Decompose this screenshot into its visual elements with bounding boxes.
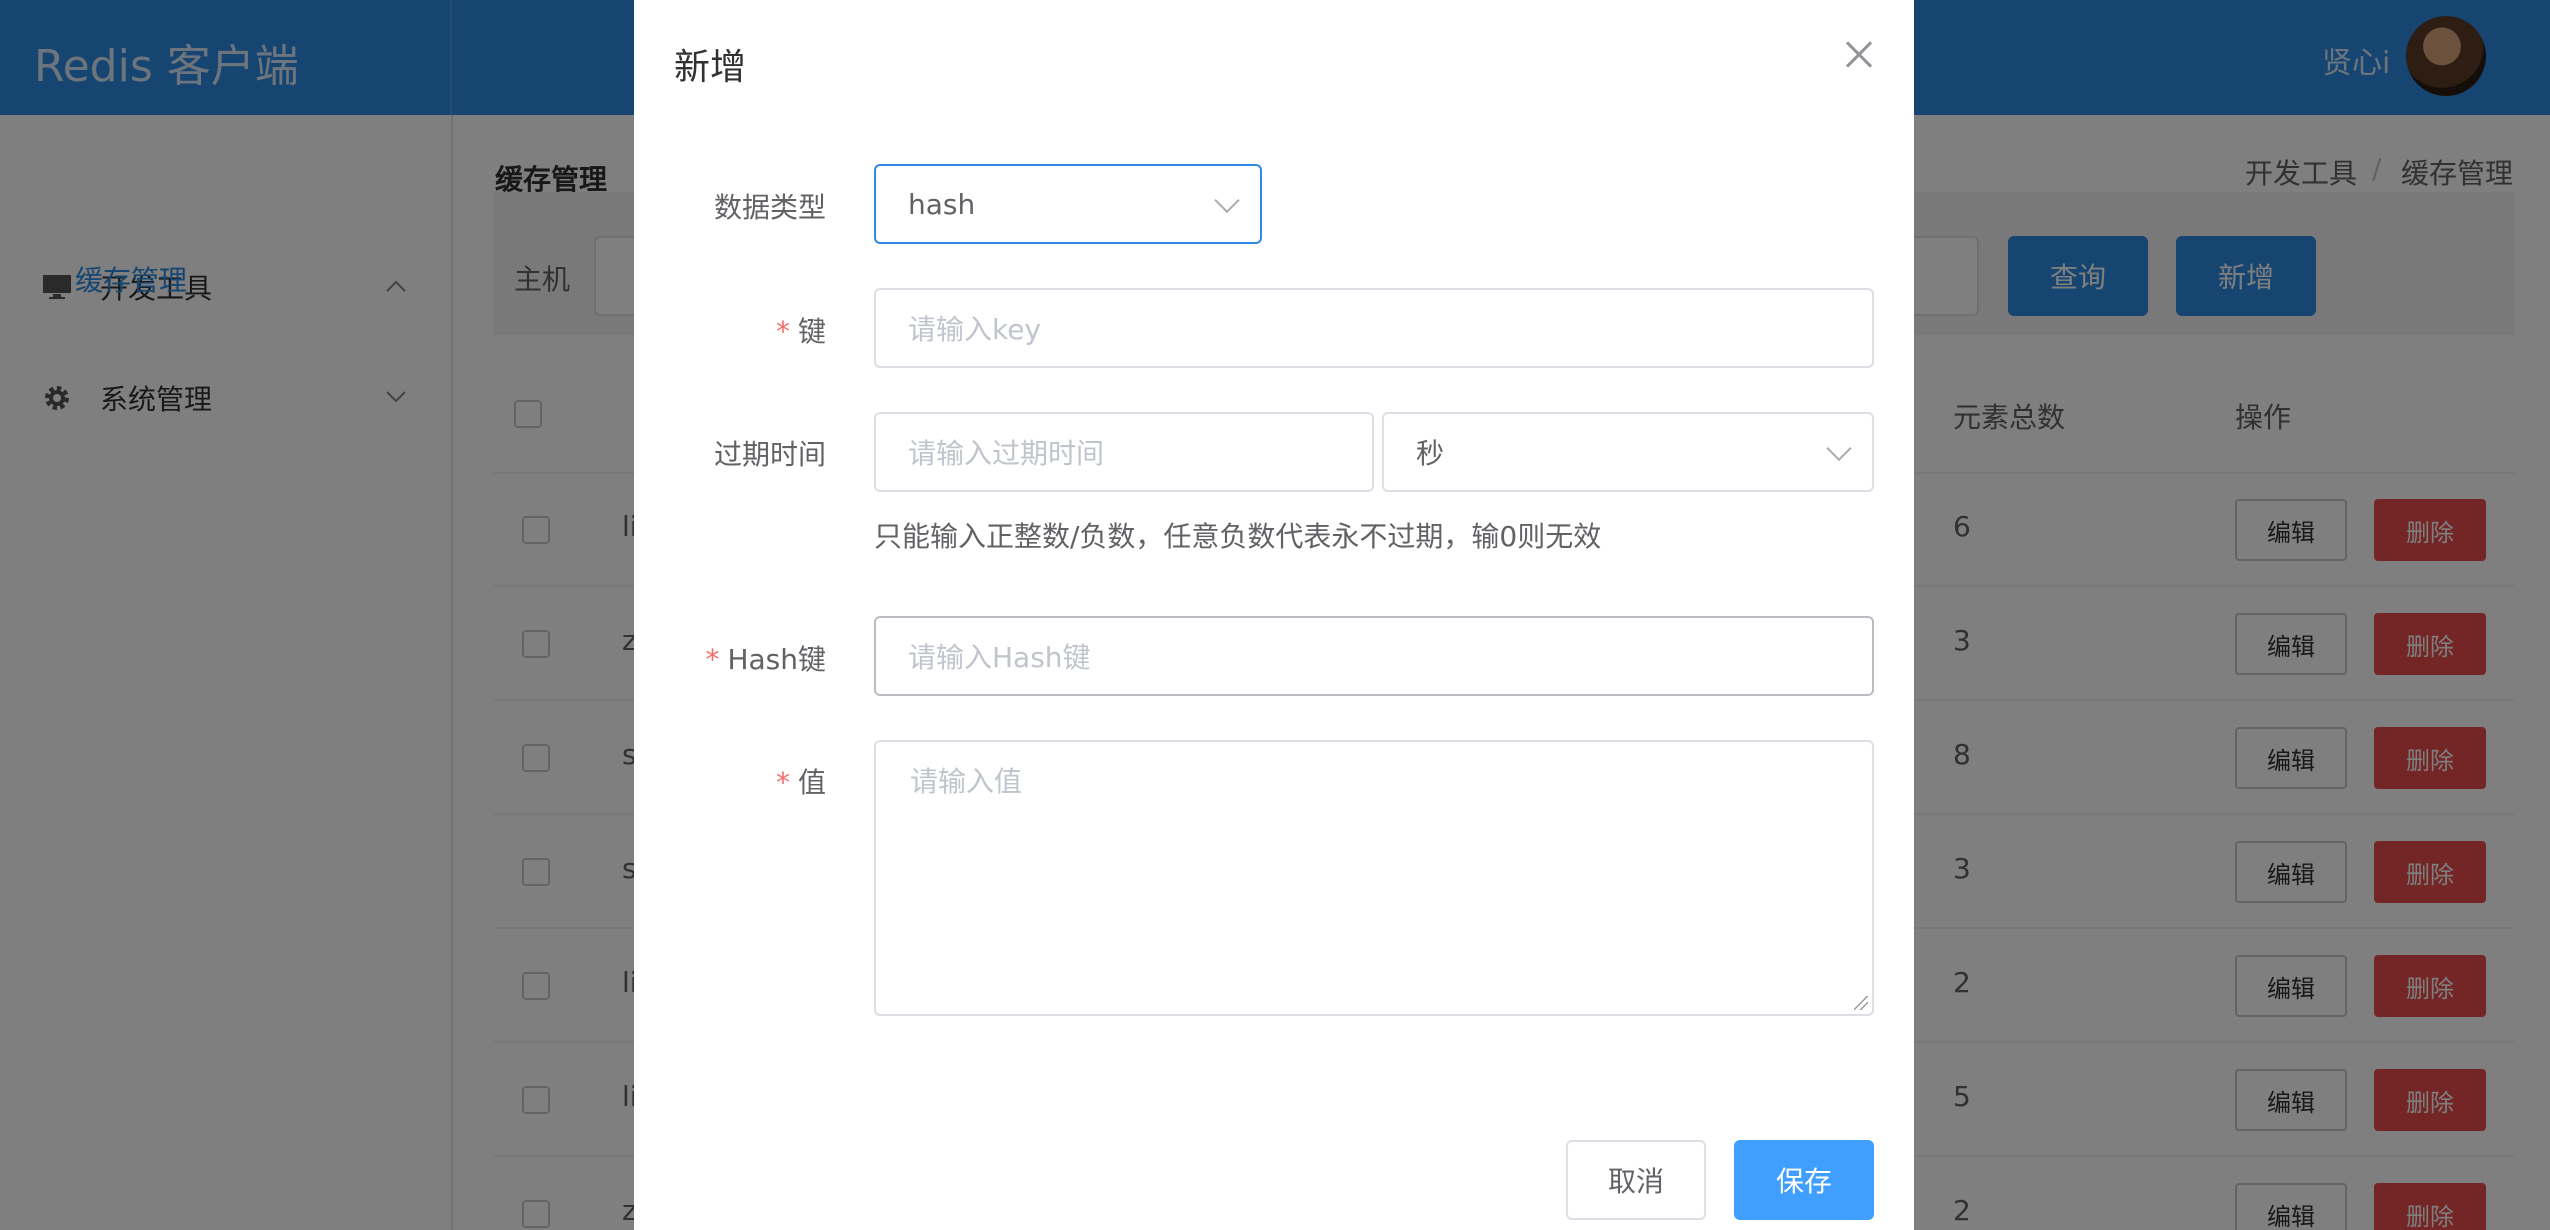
expire-input[interactable]: 请输入过期时间 (874, 412, 1374, 492)
data-type-label-text: 数据类型 (713, 191, 826, 224)
expire-label: 过期时间 (714, 433, 826, 473)
hash-key-label-text: Hash键 (727, 643, 826, 676)
key-label: * 键 (776, 310, 826, 350)
value-textarea[interactable]: 请输入值 (874, 740, 1874, 1016)
expire-placeholder: 请输入过期时间 (908, 437, 1105, 470)
cancel-button[interactable]: 取消 (1566, 1140, 1706, 1220)
value-label: * 值 (776, 761, 826, 801)
key-placeholder: 请输入key (908, 313, 1042, 346)
chevron-down-icon (1826, 435, 1852, 462)
add-dialog: 新增 数据类型 hash * 键 请输入key 过期时间 请输入过期时间 秒 只能… (634, 0, 1914, 1230)
data-type-value: hash (908, 187, 976, 221)
data-type-select[interactable]: hash (874, 164, 1262, 244)
key-label-text: 键 (797, 315, 826, 348)
required-asterisk: * (775, 315, 790, 348)
hash-key-label: * Hash键 (705, 638, 826, 678)
required-asterisk: * (705, 643, 720, 676)
data-type-label: 数据类型 (714, 186, 826, 226)
resize-handle-icon[interactable] (1854, 996, 1868, 1010)
value-placeholder: 请输入值 (910, 765, 1023, 798)
expire-label-text: 过期时间 (713, 438, 826, 471)
dialog-title: 新增 (674, 47, 747, 88)
key-input[interactable]: 请输入key (874, 288, 1874, 368)
close-icon[interactable] (1840, 34, 1880, 74)
hash-key-placeholder: 请输入Hash键 (908, 641, 1091, 674)
expire-unit-select[interactable]: 秒 (1382, 412, 1874, 492)
value-label-text: 值 (797, 766, 826, 799)
hash-key-input[interactable]: 请输入Hash键 (874, 616, 1874, 696)
expire-unit-value: 秒 (1416, 437, 1445, 470)
required-asterisk: * (775, 766, 790, 799)
save-button[interactable]: 保存 (1734, 1140, 1874, 1220)
chevron-down-icon (1214, 187, 1240, 214)
expire-hint: 只能输入正整数/负数，任意负数代表永不过期，输0则无效 (874, 520, 1602, 553)
